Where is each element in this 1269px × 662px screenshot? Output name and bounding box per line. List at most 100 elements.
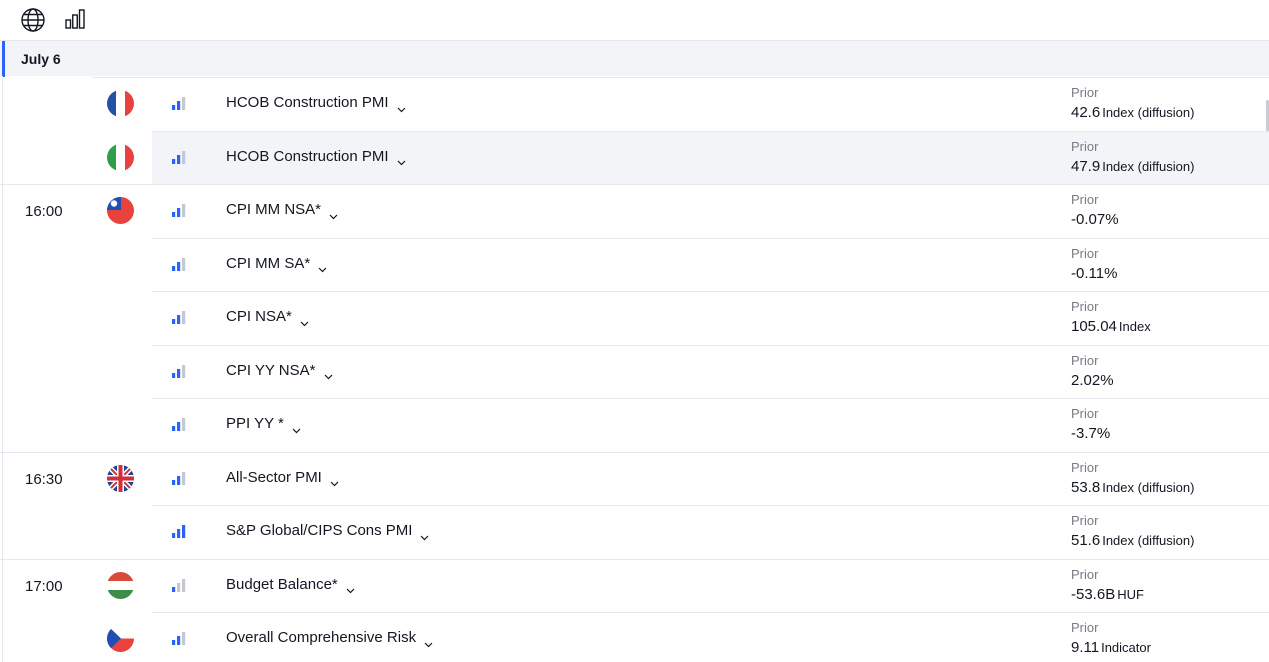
prior-label: Prior <box>1071 192 1099 207</box>
prior-value-line: -0.11% <box>1071 264 1117 284</box>
event-name-label: HCOB Construction PMI <box>226 147 389 165</box>
importance-icon <box>172 257 186 271</box>
prior-block: Prior 47.9 Index (diffusion) <box>1071 139 1194 177</box>
chevron-down-icon[interactable] <box>318 260 327 273</box>
event-name-label: CPI YY NSA* <box>226 361 316 379</box>
chevron-down-icon[interactable] <box>329 207 338 219</box>
chevron-down-icon[interactable] <box>397 153 406 166</box>
event-row[interactable]: 16:30 All-Sector PMI Prior 53.8 Index (dif… <box>0 451 1269 505</box>
prior-block: Prior -0.11% <box>1071 246 1117 284</box>
prior-label: Prior <box>1071 138 1099 154</box>
hungary-flag-icon <box>107 571 134 599</box>
event-name[interactable]: All-Sector PMI <box>226 468 339 487</box>
importance-bar <box>182 471 186 485</box>
event-name[interactable]: Budget Balance* <box>226 576 355 594</box>
prior-value: -0.07% <box>1071 211 1119 228</box>
event-row[interactable]: PPI YY * Prior -3.7% <box>0 398 1269 451</box>
event-row[interactable]: HCOB Construction PMI Prior 47.9 Index (d… <box>0 130 1269 184</box>
importance-bar <box>177 636 181 645</box>
prior-value: 53.8 <box>1071 478 1101 496</box>
event-row[interactable]: CPI YY NSA* Prior 2.02% <box>0 344 1269 398</box>
event-time: 16:00 <box>25 203 63 220</box>
importance-icon <box>172 578 186 592</box>
event-name-label: CPI MM NSA* <box>226 201 322 218</box>
importance-bar <box>177 101 181 110</box>
importance-bar <box>182 578 186 592</box>
prior-unit: Index (diffusion) <box>1102 158 1195 174</box>
importance-bar <box>172 265 176 271</box>
prior-value-line: -3.7% <box>1071 424 1110 444</box>
row-divider <box>152 612 1269 613</box>
importance-bar <box>172 372 176 378</box>
event-name-label: CPI MM SA* <box>226 254 311 272</box>
toolbar <box>0 0 1269 40</box>
prior-value-line: 47.9 Index (diffusion) <box>1071 157 1194 177</box>
event-name[interactable]: CPI MM SA* <box>226 254 327 273</box>
importance-bar <box>177 368 181 378</box>
event-name-label: Overall Comprehensive Risk <box>226 629 417 646</box>
event-name[interactable]: HCOB Construction PMI <box>226 147 406 166</box>
event-name[interactable]: Overall Comprehensive Risk <box>226 629 433 647</box>
importance-bar <box>177 154 181 164</box>
importance-bar <box>177 208 181 217</box>
event-name[interactable]: CPI NSA* <box>226 308 309 326</box>
event-name[interactable]: CPI MM NSA* <box>226 201 338 219</box>
importance-bar <box>177 582 181 592</box>
italy-flag-icon <box>107 143 134 171</box>
event-time: 16:30 <box>25 470 63 488</box>
chevron-down-icon[interactable] <box>420 528 429 540</box>
row-divider <box>0 558 1269 560</box>
event-row[interactable]: S&P Global/CIPS Cons PMI Prior 51.6 Index… <box>0 505 1269 558</box>
event-row[interactable]: 16:00 CPI MM NSA* Prior -0.07% <box>0 184 1269 237</box>
chevron-down-icon[interactable] <box>346 581 355 594</box>
event-row[interactable]: CPI MM SA* Prior -0.11% <box>0 237 1269 291</box>
prior-block: Prior 42.6 Index (diffusion) <box>1071 85 1194 123</box>
prior-label: Prior <box>1071 459 1099 475</box>
bar-chart-icon[interactable] <box>63 7 89 33</box>
row-divider <box>152 237 1269 239</box>
event-name[interactable]: S&P Global/CIPS Cons PMI <box>226 522 429 540</box>
event-row[interactable]: CPI NSA* Prior 105.04 Index <box>0 291 1269 344</box>
prior-block: Prior 53.8 Index (diffusion) <box>1071 460 1194 498</box>
event-name[interactable]: HCOB Construction PMI <box>226 94 406 112</box>
event-row[interactable]: Overall Comprehensive Risk Prior 9.11 Ind… <box>0 612 1269 662</box>
importance-bar <box>182 525 186 538</box>
prior-block: Prior 105.04 Index <box>1071 299 1151 337</box>
importance-bar <box>182 418 186 431</box>
chevron-down-icon[interactable] <box>300 314 309 326</box>
globe-icon[interactable] <box>20 7 46 33</box>
prior-unit: Index (diffusion) <box>1102 105 1195 120</box>
prior-value: 47.9 <box>1071 157 1101 175</box>
prior-value: -53.6B <box>1071 585 1116 603</box>
prior-unit: Indicator <box>1101 640 1151 655</box>
prior-value: 105.04 <box>1071 318 1117 335</box>
importance-icon <box>172 525 186 538</box>
chevron-down-icon[interactable] <box>292 421 301 433</box>
row-divider <box>92 77 1269 78</box>
chevron-down-icon[interactable] <box>424 635 433 647</box>
row-divider <box>152 344 1269 346</box>
importance-bar <box>182 311 186 324</box>
event-name[interactable]: PPI YY * <box>226 415 301 433</box>
event-name[interactable]: CPI YY NSA* <box>226 361 333 380</box>
uk-flag-icon <box>107 464 134 492</box>
importance-bar <box>172 319 176 324</box>
importance-bar <box>182 364 186 378</box>
prior-label: Prior <box>1071 352 1099 368</box>
prior-label: Prior <box>1071 406 1099 421</box>
event-name-label: All-Sector PMI <box>226 468 322 486</box>
event-row[interactable]: 17:00 Budget Balance* Prior -53.6B HUF <box>0 558 1269 612</box>
prior-block: Prior 9.11 Indicator <box>1071 620 1151 658</box>
czechia-flag-icon <box>107 625 134 652</box>
chevron-down-icon[interactable] <box>324 367 333 380</box>
event-row[interactable]: HCOB Construction PMI Prior 42.6 Index (d… <box>0 77 1269 130</box>
prior-label: Prior <box>1071 85 1099 100</box>
prior-value-line: 51.6 Index (diffusion) <box>1071 531 1194 551</box>
prior-unit: Index (diffusion) <box>1102 479 1195 495</box>
chevron-down-icon[interactable] <box>330 474 339 487</box>
chevron-down-icon[interactable] <box>397 100 406 112</box>
event-name-label: S&P Global/CIPS Cons PMI <box>226 522 413 539</box>
importance-bar <box>177 315 181 324</box>
date-header: July 6 <box>0 40 1269 77</box>
importance-bar <box>182 97 186 110</box>
